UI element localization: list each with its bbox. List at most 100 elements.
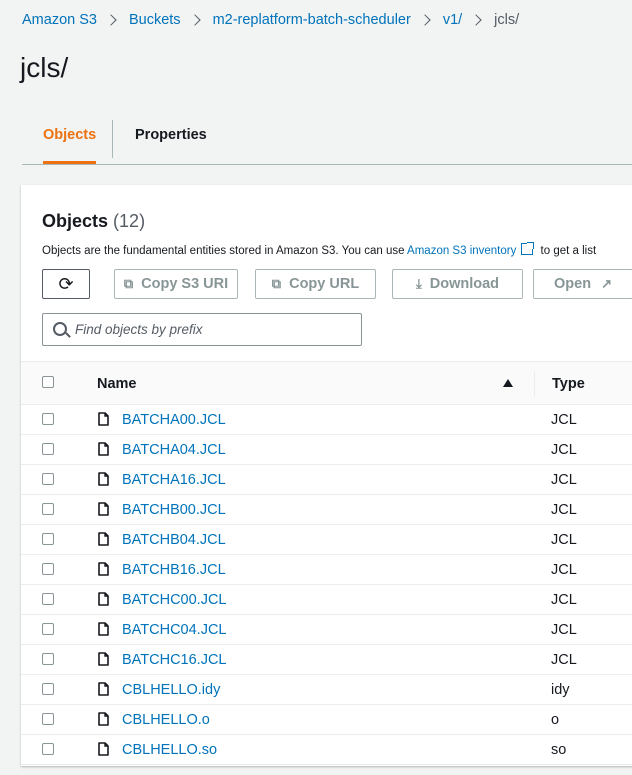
- object-type: JCL: [551, 532, 577, 548]
- file-icon: [98, 472, 109, 486]
- row-checkbox[interactable]: [42, 653, 54, 665]
- object-name-link[interactable]: BATCHB04.JCL: [122, 532, 226, 548]
- table-row: CBLHELLO.idy idy: [21, 675, 632, 705]
- objects-heading: Objects (12): [42, 211, 145, 232]
- refresh-button[interactable]: ⟳: [42, 269, 90, 299]
- file-icon: [98, 412, 109, 426]
- row-checkbox[interactable]: [42, 503, 54, 515]
- objects-panel: Objects (12) Objects are the fundamental…: [21, 185, 632, 766]
- row-checkbox[interactable]: [42, 533, 54, 545]
- row-checkbox[interactable]: [42, 593, 54, 605]
- object-name-link[interactable]: BATCHA04.JCL: [122, 442, 226, 458]
- tab-properties[interactable]: Properties: [135, 115, 207, 155]
- row-checkbox[interactable]: [42, 473, 54, 485]
- row-checkbox[interactable]: [42, 443, 54, 455]
- object-name-link[interactable]: BATCHC04.JCL: [122, 622, 226, 638]
- table-row: CBLHELLO.o o: [21, 705, 632, 735]
- search-icon: [53, 322, 67, 336]
- page-title: jcls/: [20, 52, 69, 83]
- file-icon: [98, 652, 109, 666]
- object-type: JCL: [551, 442, 577, 458]
- table-row: CBLHELLO.so so: [21, 735, 632, 765]
- object-type: idy: [551, 682, 570, 698]
- copy-s3-uri-button[interactable]: ⧉ Copy S3 URI: [114, 269, 238, 299]
- chevron-right-icon: [188, 14, 201, 26]
- file-icon: [98, 682, 109, 696]
- table-row: BATCHC00.JCL JCL: [21, 585, 632, 615]
- breadcrumb-folder-v1[interactable]: v1/: [443, 12, 462, 28]
- download-label: Download: [429, 276, 500, 292]
- file-icon: [98, 592, 109, 606]
- description-suffix: to get a list: [537, 245, 597, 257]
- object-name-link[interactable]: BATCHC16.JCL: [122, 652, 226, 668]
- object-name-link[interactable]: BATCHC00.JCL: [122, 592, 226, 608]
- object-type: JCL: [551, 592, 577, 608]
- file-icon: [98, 712, 109, 726]
- file-icon: [98, 562, 109, 576]
- row-checkbox[interactable]: [42, 413, 54, 425]
- column-divider: [534, 372, 535, 396]
- column-header-name[interactable]: Name: [97, 376, 137, 392]
- description-text: Objects are the fundamental entities sto…: [42, 245, 408, 257]
- external-link-icon: ↗: [601, 276, 612, 291]
- chevron-right-icon: [470, 14, 482, 26]
- copy-url-label: Copy URL: [289, 276, 360, 292]
- breadcrumb-amazon-s3[interactable]: Amazon S3: [22, 12, 97, 28]
- tab-objects[interactable]: Objects: [43, 115, 97, 164]
- file-icon: [98, 622, 109, 636]
- file-icon: [98, 502, 109, 516]
- object-name-link[interactable]: BATCHB00.JCL: [122, 502, 226, 518]
- table-row: BATCHC16.JCL JCL: [21, 645, 632, 675]
- external-link-icon: [521, 242, 535, 255]
- column-header-type[interactable]: Type: [552, 376, 585, 392]
- breadcrumb-bucket[interactable]: m2-replatform-batch-scheduler: [213, 12, 411, 28]
- object-type: JCL: [551, 562, 577, 578]
- object-name-link[interactable]: CBLHELLO.idy: [122, 682, 220, 698]
- table-row: BATCHA00.JCL JCL: [21, 405, 632, 435]
- file-icon: [98, 532, 109, 546]
- row-checkbox[interactable]: [42, 623, 54, 635]
- row-checkbox[interactable]: [42, 713, 54, 725]
- copy-icon: ⧉: [123, 276, 134, 291]
- open-button[interactable]: Open ↗: [533, 269, 632, 299]
- row-checkbox[interactable]: [42, 683, 54, 695]
- object-type: JCL: [551, 412, 577, 428]
- row-checkbox[interactable]: [42, 743, 54, 755]
- inventory-link[interactable]: Amazon S3 inventory: [407, 245, 516, 257]
- objects-count: (12): [113, 211, 146, 231]
- search-input[interactable]: [75, 314, 355, 345]
- object-type: JCL: [551, 652, 577, 668]
- table-row: BATCHB00.JCL JCL: [21, 495, 632, 525]
- select-all-checkbox[interactable]: [42, 376, 54, 388]
- object-type: JCL: [551, 472, 577, 488]
- copy-icon: ⧉: [271, 276, 282, 291]
- object-type: JCL: [551, 502, 577, 518]
- breadcrumb-buckets[interactable]: Buckets: [129, 12, 181, 28]
- object-type: so: [551, 742, 567, 758]
- file-icon: [98, 442, 109, 456]
- tab-divider: [112, 120, 113, 158]
- download-icon: ⤓: [415, 276, 422, 291]
- object-name-link[interactable]: BATCHA00.JCL: [122, 412, 226, 428]
- table-row: BATCHA16.JCL JCL: [21, 465, 632, 495]
- download-button[interactable]: ⤓ Download: [392, 269, 523, 299]
- object-name-link[interactable]: CBLHELLO.o: [122, 712, 210, 728]
- object-name-link[interactable]: CBLHELLO.so: [122, 742, 217, 758]
- chevron-right-icon: [419, 14, 431, 26]
- table-row: BATCHB04.JCL JCL: [21, 525, 632, 555]
- chevron-right-icon: [105, 14, 117, 26]
- sort-ascending-icon[interactable]: [503, 379, 513, 387]
- object-name-link[interactable]: BATCHA16.JCL: [122, 472, 226, 488]
- breadcrumb-current: jcls/: [494, 12, 520, 28]
- objects-title: Objects: [42, 211, 109, 231]
- object-name-link[interactable]: BATCHB16.JCL: [122, 562, 226, 578]
- search-box: [42, 313, 362, 346]
- table-row: BATCHC04.JCL JCL: [21, 615, 632, 645]
- table-row: BATCHB16.JCL JCL: [21, 555, 632, 585]
- copy-url-button[interactable]: ⧉ Copy URL: [255, 269, 376, 299]
- table-header: Name Type: [21, 361, 632, 405]
- row-checkbox[interactable]: [42, 563, 54, 575]
- breadcrumb: Amazon S3 Buckets m2-replatform-batch-sc…: [22, 11, 519, 29]
- copy-s3-uri-label: Copy S3 URI: [141, 276, 229, 292]
- object-type: o: [551, 712, 560, 728]
